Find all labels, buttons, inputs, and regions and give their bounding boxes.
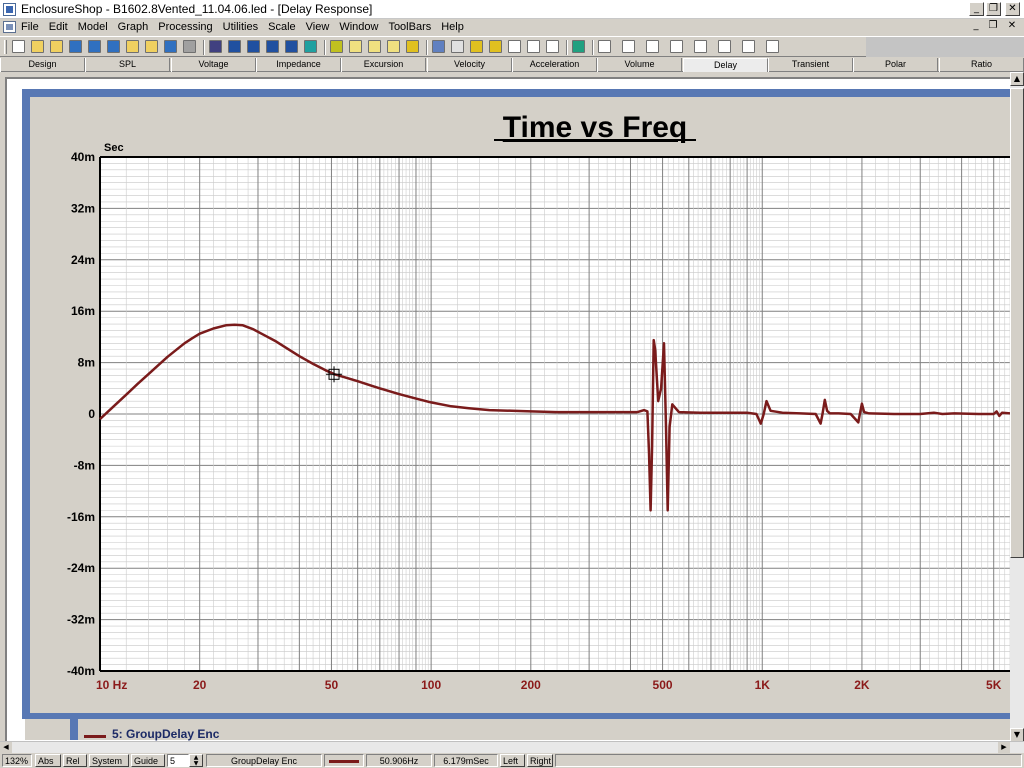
x-tick-label: 2K (854, 678, 870, 692)
time-vs-freq-chart[interactable]: Time vs FreqSec40m32m24m16m8m0-8m-16m-24… (0, 0, 1010, 742)
y-tick-label: -16m (67, 510, 95, 524)
legend-divider (70, 718, 78, 740)
x-tick-label: 20 (193, 678, 207, 692)
scroll-up-icon[interactable]: ▲ (1010, 72, 1024, 86)
y-tick-label: -24m (67, 561, 95, 575)
y-tick-label: -40m (67, 664, 95, 678)
abs-button[interactable]: Abs (35, 754, 61, 767)
system-button[interactable]: System (89, 754, 129, 767)
y-tick-label: 24m (71, 253, 95, 267)
vertical-scroll-thumb[interactable] (1010, 88, 1024, 558)
trace-name: GroupDelay Enc (206, 754, 322, 767)
status-bar: 132% Abs Rel System Guide 5 ▲ ▼ GroupDela… (0, 753, 1024, 768)
y-tick-label: 0 (88, 407, 95, 421)
scroll-down-icon[interactable]: ▼ (1010, 728, 1024, 742)
y-tick-label: -8m (74, 458, 95, 472)
x-tick-label: 200 (521, 678, 541, 692)
guide-stepper-icon[interactable]: ▲ ▼ (189, 754, 203, 767)
trace-color-swatch (329, 760, 359, 763)
y-tick-label: 40m (71, 150, 95, 164)
left-button[interactable]: Left (500, 754, 525, 767)
x-tick-label: 50 (325, 678, 339, 692)
guide-button[interactable]: Guide (131, 754, 165, 767)
x-tick-label: 10 Hz (96, 678, 127, 692)
scroll-right-icon[interactable]: ▶ (998, 742, 1010, 753)
cursor-frequency: 50.906Hz (366, 754, 432, 767)
graph-viewport: Time vs Freq Sec 40m 32m 24m 16m 8m 0 -8m -16m -24… (0, 0, 1010, 742)
rel-button[interactable]: Rel (63, 754, 87, 767)
y-tick-label: 16m (71, 304, 95, 318)
y-tick-label: 32m (71, 201, 95, 215)
vertical-scrollbar[interactable]: ▲ ▼ (1010, 72, 1024, 742)
legend-label[interactable]: 5: GroupDelay Enc (112, 727, 219, 741)
status-message (555, 754, 1022, 767)
trace-color-cell (324, 754, 364, 767)
zoom-level: 132% (2, 754, 32, 767)
x-tick-label: 500 (653, 678, 673, 692)
x-tick-label: 100 (421, 678, 441, 692)
y-tick-label: 8m (78, 356, 95, 370)
legend-swatch (84, 735, 106, 738)
guide-value-field[interactable]: 5 (167, 754, 189, 767)
scroll-left-icon[interactable]: ◀ (0, 742, 12, 753)
horizontal-scrollbar[interactable]: ◀ ▶ (0, 741, 1024, 753)
x-tick-label: 1K (755, 678, 771, 692)
y-tick-label: -32m (67, 613, 95, 627)
right-button[interactable]: Right (527, 754, 553, 767)
cursor-value: 6.179mSec (434, 754, 498, 767)
y-axis-label: Sec (104, 142, 124, 154)
x-tick-label: 5K (986, 678, 1002, 692)
